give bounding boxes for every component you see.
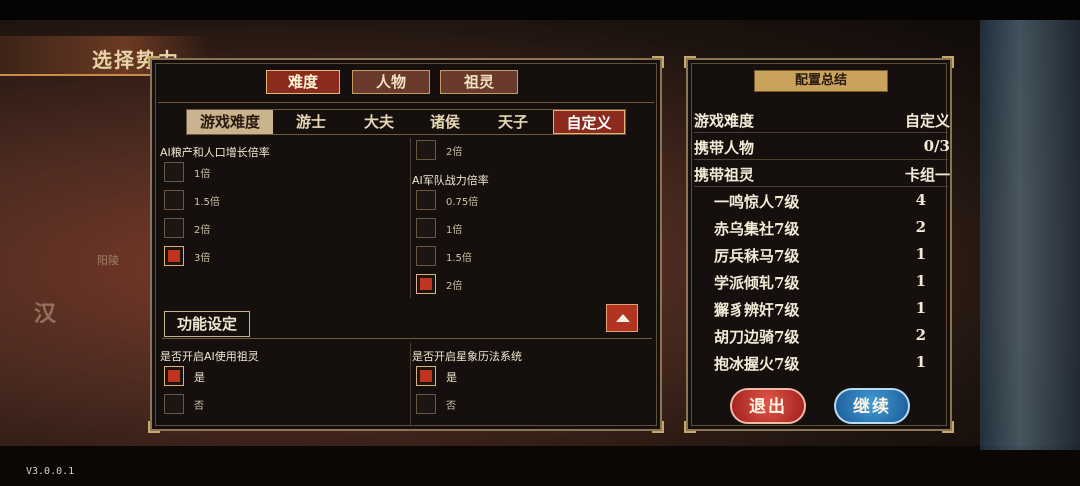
summary-value: 自定义 bbox=[904, 112, 950, 130]
card-item: 一鸣惊人7级 4 bbox=[714, 187, 926, 213]
ai-ancestor-label: 是否开启AI使用祖灵 bbox=[160, 350, 259, 363]
corner-ornament bbox=[652, 421, 664, 433]
card-item: 獬豸辨奸7级 1 bbox=[714, 295, 926, 321]
army-power-label: AI军队战力倍率 bbox=[412, 174, 489, 187]
summary-row-ancestors: 携带祖灵 卡组一 bbox=[694, 160, 950, 186]
difficulty-option-dafu[interactable]: 大夫 bbox=[351, 110, 407, 134]
checkbox-checked[interactable] bbox=[164, 246, 184, 266]
map-label-yangling: 阳陵 bbox=[97, 254, 119, 267]
card-name: 抱冰握火7级 bbox=[714, 355, 800, 373]
collapse-up-button[interactable] bbox=[606, 304, 638, 332]
option-label: 1.5倍 bbox=[446, 253, 472, 264]
divider bbox=[162, 338, 652, 339]
difficulty-option-tianzi[interactable]: 天子 bbox=[485, 110, 541, 134]
card-item: 胡刀边骑7级 2 bbox=[714, 322, 926, 348]
tab-ancestors[interactable]: 祖灵 bbox=[440, 70, 518, 94]
corner-ornament bbox=[684, 56, 696, 68]
tab-characters[interactable]: 人物 bbox=[352, 70, 430, 94]
continue-button[interactable]: 继续 bbox=[834, 388, 910, 424]
card-name: 厉兵秣马7级 bbox=[714, 247, 800, 265]
option-label: 1.5倍 bbox=[194, 197, 220, 208]
summary-key: 游戏难度 bbox=[694, 112, 755, 130]
option-label: 0.75倍 bbox=[446, 197, 479, 208]
card-count: 1 bbox=[915, 353, 926, 371]
corner-ornament bbox=[942, 421, 954, 433]
corner-ornament bbox=[942, 56, 954, 68]
card-name: 獬豸辨奸7级 bbox=[714, 301, 800, 319]
checkbox[interactable] bbox=[164, 394, 184, 414]
card-name: 学派倾轧7级 bbox=[714, 274, 800, 292]
difficulty-option-youshi[interactable]: 游士 bbox=[283, 110, 339, 134]
summary-key: 携带祖灵 bbox=[694, 166, 755, 184]
summary-row-difficulty: 游戏难度 自定义 bbox=[694, 106, 950, 132]
option-label: 3倍 bbox=[194, 253, 211, 264]
checkbox[interactable] bbox=[416, 140, 436, 160]
summary-panel: 配置总结 游戏难度 自定义 携带人物 0/3 携带祖灵 卡组一 一鸣惊人7级 4… bbox=[684, 56, 954, 433]
version-label: V3.0.0.1 bbox=[26, 466, 75, 477]
option-label: 是 bbox=[446, 371, 457, 384]
option-label: 否 bbox=[194, 401, 204, 412]
option-label: 2倍 bbox=[446, 281, 463, 292]
card-count: 1 bbox=[915, 245, 926, 263]
checkbox-checked[interactable] bbox=[416, 274, 436, 294]
option-label: 1倍 bbox=[446, 225, 463, 236]
difficulty-option-custom[interactable]: 自定义 bbox=[553, 110, 625, 134]
card-item: 厉兵秣马7级 1 bbox=[714, 241, 926, 267]
corner-ornament bbox=[652, 56, 664, 68]
option-label: 2倍 bbox=[194, 225, 211, 236]
checkbox[interactable] bbox=[416, 218, 436, 238]
card-count: 1 bbox=[915, 272, 926, 290]
option-label: 是 bbox=[194, 371, 205, 384]
tab-difficulty[interactable]: 难度 bbox=[266, 70, 340, 94]
checkbox[interactable] bbox=[164, 218, 184, 238]
card-count: 2 bbox=[915, 326, 926, 344]
checkbox-checked[interactable] bbox=[164, 366, 184, 386]
card-name: 赤乌集社7级 bbox=[714, 220, 800, 238]
corner-ornament bbox=[148, 421, 160, 433]
exit-button[interactable]: 退出 bbox=[730, 388, 806, 424]
scroll-decoration bbox=[980, 20, 1080, 450]
settings-panel: 难度 人物 祖灵 游戏难度 游士 大夫 诸侯 天子 自定义 AI粮产和人口增长倍… bbox=[148, 56, 664, 433]
checkbox[interactable] bbox=[416, 190, 436, 210]
checkbox[interactable] bbox=[416, 394, 436, 414]
divider bbox=[410, 138, 411, 298]
card-name: 胡刀边骑7级 bbox=[714, 328, 800, 346]
card-count: 1 bbox=[915, 299, 926, 317]
checkbox-checked[interactable] bbox=[416, 366, 436, 386]
card-item: 学派倾轧7级 1 bbox=[714, 268, 926, 294]
divider bbox=[158, 102, 654, 103]
bottom-bar bbox=[0, 446, 1080, 486]
summary-value: 卡组一 bbox=[904, 166, 950, 184]
top-bar bbox=[0, 0, 1080, 20]
card-item: 赤乌集社7级 2 bbox=[714, 214, 926, 240]
card-item: 抱冰握火7级 1 bbox=[714, 349, 926, 375]
food-growth-label: AI粮产和人口增长倍率 bbox=[160, 146, 270, 159]
card-count: 2 bbox=[915, 218, 926, 236]
summary-row-characters: 携带人物 0/3 bbox=[694, 133, 950, 159]
checkbox[interactable] bbox=[164, 190, 184, 210]
divider bbox=[410, 343, 411, 425]
difficulty-selector: 游戏难度 游士 大夫 诸侯 天子 自定义 bbox=[186, 109, 626, 135]
option-label: 2倍 bbox=[446, 147, 463, 158]
checkbox[interactable] bbox=[416, 246, 436, 266]
checkbox[interactable] bbox=[164, 162, 184, 182]
corner-ornament bbox=[148, 56, 160, 68]
features-title: 功能设定 bbox=[164, 311, 250, 337]
corner-ornament bbox=[684, 421, 696, 433]
map-label-han: 汉 bbox=[34, 301, 57, 327]
summary-key: 携带人物 bbox=[694, 139, 755, 157]
option-label: 否 bbox=[446, 401, 456, 412]
option-label: 1倍 bbox=[194, 169, 211, 180]
astrology-label: 是否开启星象历法系统 bbox=[412, 350, 522, 363]
card-count: 4 bbox=[915, 191, 926, 209]
difficulty-header: 游戏难度 bbox=[187, 110, 273, 134]
summary-title: 配置总结 bbox=[754, 70, 888, 92]
card-name: 一鸣惊人7级 bbox=[714, 193, 800, 211]
summary-value: 0/3 bbox=[923, 137, 950, 155]
difficulty-option-zhuhou[interactable]: 诸侯 bbox=[417, 110, 473, 134]
